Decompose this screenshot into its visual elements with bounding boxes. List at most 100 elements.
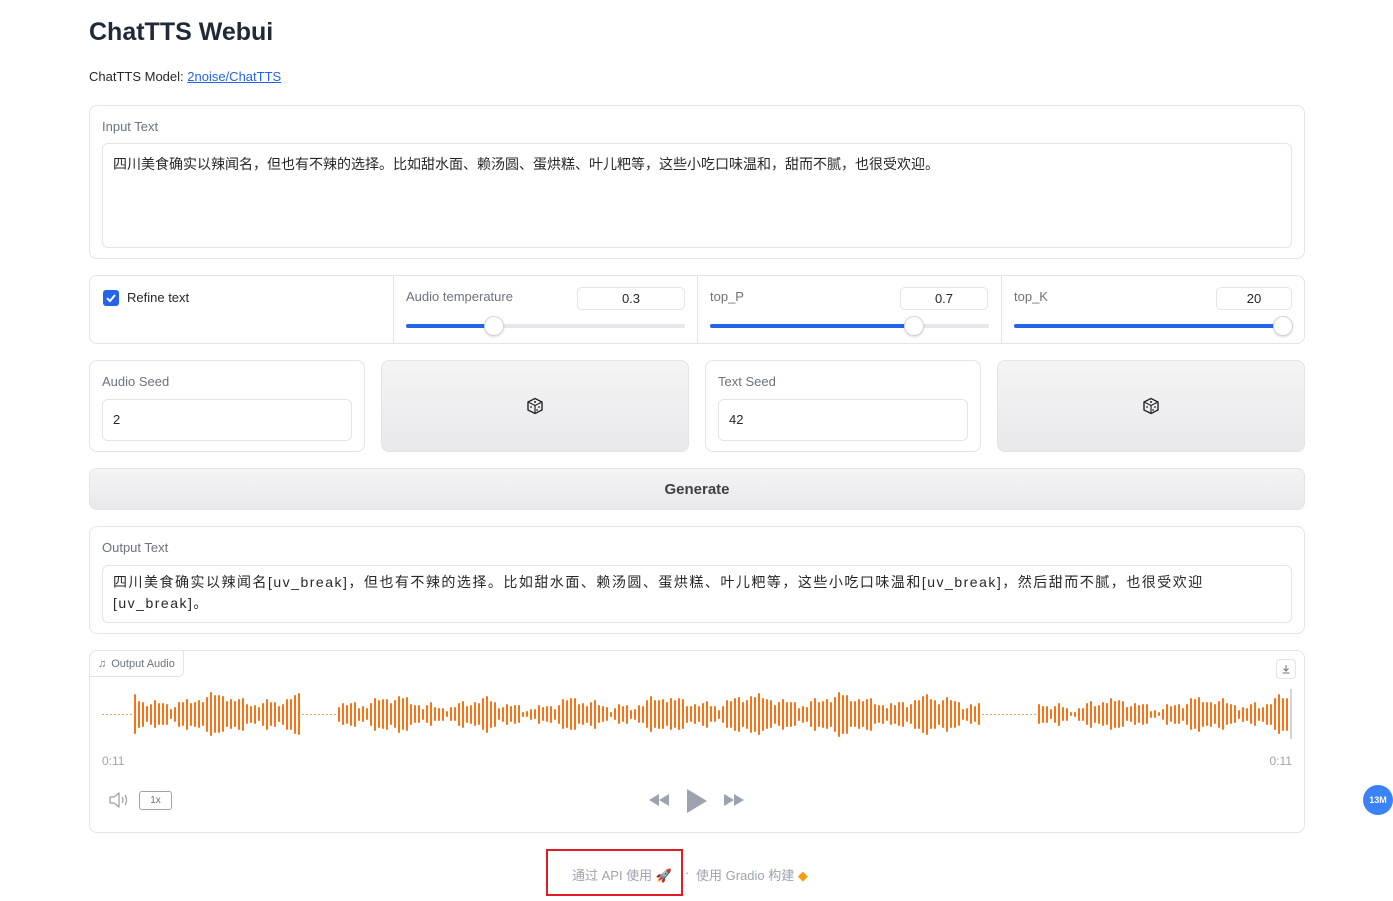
waveform-bar: [210, 692, 212, 736]
text-seed-random-button[interactable]: [997, 360, 1305, 452]
waveform-bar: [898, 702, 900, 726]
waveform-bar: [1186, 703, 1188, 725]
waveform-bar: [798, 707, 800, 721]
temperature-input[interactable]: 0.3: [577, 287, 685, 310]
waveform-bar: [778, 702, 780, 726]
temperature-slider[interactable]: [406, 316, 685, 336]
waveform-bar: [194, 701, 196, 727]
waveform-bar: [1242, 706, 1244, 722]
waveform-bar: [946, 696, 948, 732]
top-p-slider[interactable]: [710, 316, 989, 336]
waveform-bar: [874, 704, 876, 724]
waveform-bar: [354, 701, 356, 727]
waveform-bar: [1126, 707, 1128, 721]
waveform-bar: [402, 698, 404, 730]
waveform-bar: [794, 702, 796, 726]
waveform-bar: [650, 696, 652, 732]
waveform-bar: [1066, 707, 1068, 721]
output-textarea[interactable]: 四川美食确实以辣闻名[uv_break]，但也有不辣的选择。比如甜水面、赖汤圆、…: [102, 565, 1292, 623]
top-p-input[interactable]: 0.7: [900, 287, 988, 310]
waveform-bar: [374, 697, 376, 731]
waveform-bar: [678, 698, 680, 730]
waveform-bar: [1270, 703, 1272, 725]
waveform-bar: [854, 701, 856, 727]
playhead: [1290, 689, 1292, 739]
waveform-bar: [1230, 704, 1232, 724]
waveform-bar: [1094, 705, 1096, 723]
download-button[interactable]: [1276, 659, 1296, 679]
input-textarea[interactable]: 四川美食确实以辣闻名，但也有不辣的选择。比如甜水面、赖汤圆、蛋烘糕、叶儿粑等，这…: [102, 143, 1292, 248]
waveform-bar: [614, 708, 616, 720]
audio-seed-input[interactable]: 2: [102, 399, 352, 441]
waveform-bar: [538, 704, 540, 724]
waveform-bar: [270, 702, 272, 726]
waveform-bar: [1250, 704, 1252, 724]
waveform-bar: [562, 699, 564, 729]
waveform-bar: [114, 713, 116, 715]
waveform-bar: [674, 700, 676, 728]
model-link[interactable]: 2noise/ChatTTS: [187, 69, 281, 84]
waveform-bar: [686, 705, 688, 723]
waveform-bar: [822, 700, 824, 728]
forward-button[interactable]: [722, 791, 746, 814]
waveform-bar: [1198, 696, 1200, 732]
waveform-bar: [582, 703, 584, 725]
generate-button[interactable]: Generate: [89, 468, 1305, 510]
waveform-bar: [106, 713, 108, 715]
audio-seed-random-button[interactable]: [381, 360, 689, 452]
waveform-bar: [330, 713, 332, 715]
waveform-bar: [118, 713, 120, 715]
waveform-bar: [1070, 712, 1072, 716]
waveform-bar: [214, 695, 216, 733]
waveform-bar: [890, 703, 892, 725]
refine-text-checkbox[interactable]: [103, 290, 119, 306]
waveform-bar: [598, 705, 600, 723]
waveform-bar: [902, 701, 904, 727]
temperature-slider-thumb[interactable]: [484, 316, 504, 336]
waveform-bar: [482, 698, 484, 730]
top-k-input[interactable]: 20: [1216, 287, 1292, 310]
download-icon: [1282, 665, 1290, 674]
waveform-bar: [818, 701, 820, 727]
waveform-bar: [522, 711, 524, 717]
waveform-bar: [838, 691, 840, 737]
current-time: 0:11: [102, 754, 125, 768]
waveform-bar: [710, 706, 712, 722]
top-k-label: top_K: [1014, 289, 1048, 304]
waveform-bar: [646, 700, 648, 728]
waveform-bar: [1150, 710, 1152, 718]
waveform-bar: [1262, 706, 1264, 722]
text-seed-input[interactable]: 42: [718, 399, 968, 441]
top-k-slider[interactable]: [1014, 316, 1293, 336]
playback-speed-button[interactable]: 1x: [139, 791, 172, 810]
audio-waveform[interactable]: [102, 687, 1292, 741]
footer-api-link[interactable]: 通过 API 使用 🚀: [572, 865, 672, 884]
waveform-bar: [1218, 700, 1220, 728]
waveform-bar: [206, 696, 208, 732]
waveform-bar: [530, 708, 532, 720]
waveform-bar: [1014, 713, 1016, 715]
waveform-bar: [510, 706, 512, 722]
memory-badge[interactable]: 13M: [1363, 785, 1393, 815]
waveform-bar: [1170, 706, 1172, 722]
waveform-bar: [814, 697, 816, 731]
waveform-bar: [938, 703, 940, 725]
rewind-button[interactable]: [647, 791, 671, 814]
waveform-bar: [1158, 712, 1160, 716]
top-k-slider-thumb[interactable]: [1273, 316, 1293, 336]
volume-icon: [109, 792, 128, 808]
waveform-bar: [1174, 704, 1176, 724]
waveform-bar: [846, 694, 848, 734]
volume-button[interactable]: [108, 791, 130, 814]
waveform-bar: [962, 708, 964, 720]
footer-gradio-link[interactable]: 使用 Gradio 构建 ◆: [696, 865, 808, 884]
waveform-bar: [622, 706, 624, 722]
waveform-bar: [278, 706, 280, 722]
top-p-slider-thumb[interactable]: [904, 316, 924, 336]
play-button[interactable]: [684, 787, 710, 820]
waveform-bar: [274, 701, 276, 727]
waveform-bar: [1142, 703, 1144, 725]
waveform-bar: [738, 696, 740, 732]
waveform-bar: [714, 706, 716, 722]
waveform-bar: [882, 704, 884, 724]
